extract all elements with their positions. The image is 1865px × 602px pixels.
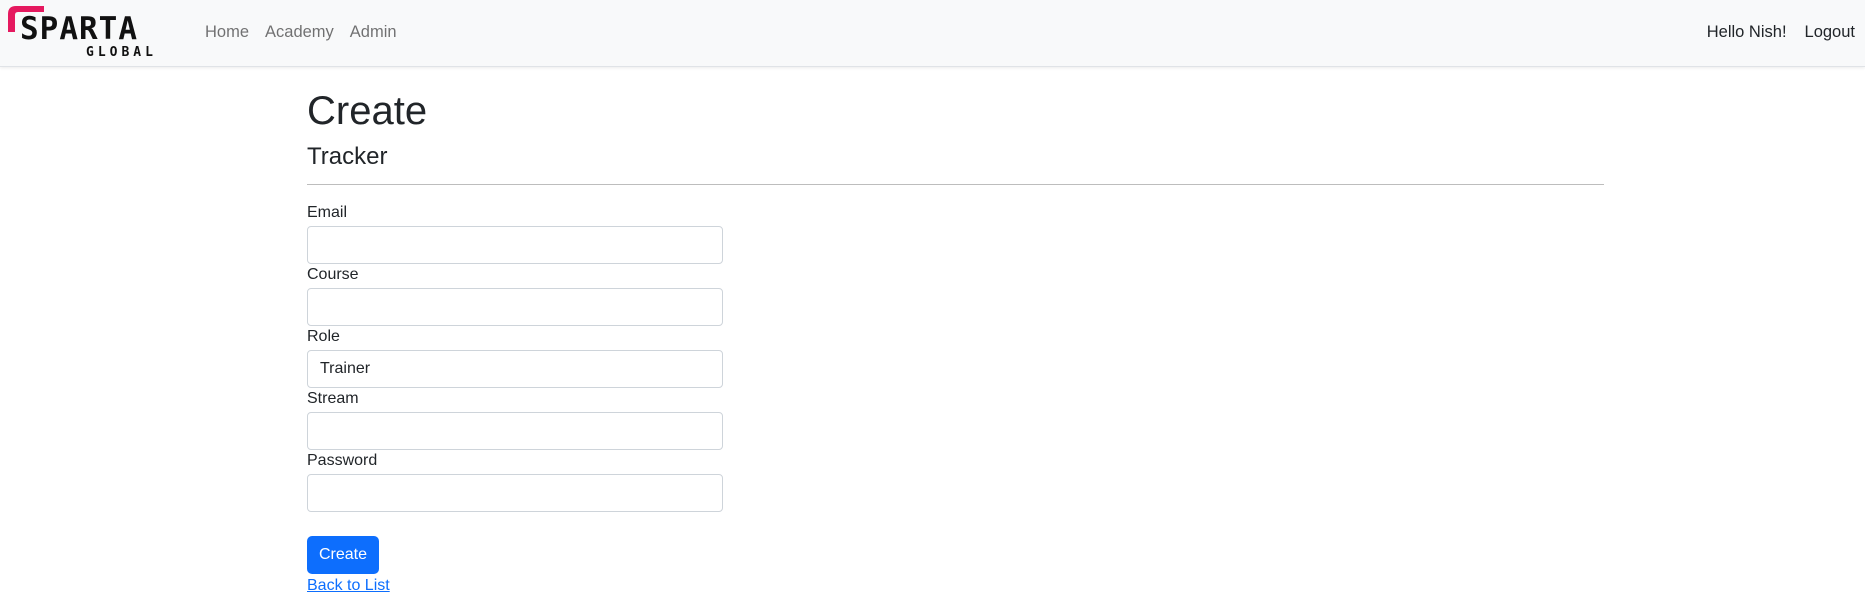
divider	[307, 184, 1604, 185]
create-button[interactable]: Create	[307, 536, 379, 574]
stream-label: Stream	[307, 390, 359, 407]
user-nav: Hello Nish! Logout	[1689, 21, 1855, 43]
course-field-group: Course	[307, 265, 723, 326]
course-label: Course	[307, 266, 359, 283]
password-label: Password	[307, 452, 378, 469]
role-field-group: Role	[307, 327, 723, 388]
role-input[interactable]	[307, 350, 723, 388]
nav-admin-link[interactable]: Admin	[350, 21, 397, 43]
nav-academy-link[interactable]: Academy	[265, 21, 334, 43]
email-label: Email	[307, 204, 348, 221]
password-input[interactable]	[307, 474, 723, 512]
page-title: Create	[307, 89, 428, 133]
page-subtitle: Tracker	[307, 143, 388, 170]
email-input[interactable]	[307, 226, 723, 264]
user-greeting[interactable]: Hello Nish!	[1707, 21, 1787, 43]
password-field-group: Password	[307, 451, 723, 512]
logo-subtitle: GLOBAL	[86, 45, 157, 60]
stream-field-group: Stream	[307, 389, 723, 450]
main-nav: Home Academy Admin	[205, 21, 413, 43]
back-to-list-link[interactable]: Back to List	[307, 576, 390, 596]
email-field-group: Email	[307, 203, 723, 264]
role-label: Role	[307, 328, 340, 345]
nav-home-link[interactable]: Home	[205, 21, 249, 43]
logo-wordmark: SPARTA	[20, 11, 138, 47]
course-input[interactable]	[307, 288, 723, 326]
navbar: SPARTA GLOBAL Home Academy Admin Hello N…	[0, 0, 1865, 67]
sparta-global-logo[interactable]: SPARTA GLOBAL	[6, 4, 160, 62]
logout-link[interactable]: Logout	[1805, 21, 1855, 43]
stream-input[interactable]	[307, 412, 723, 450]
